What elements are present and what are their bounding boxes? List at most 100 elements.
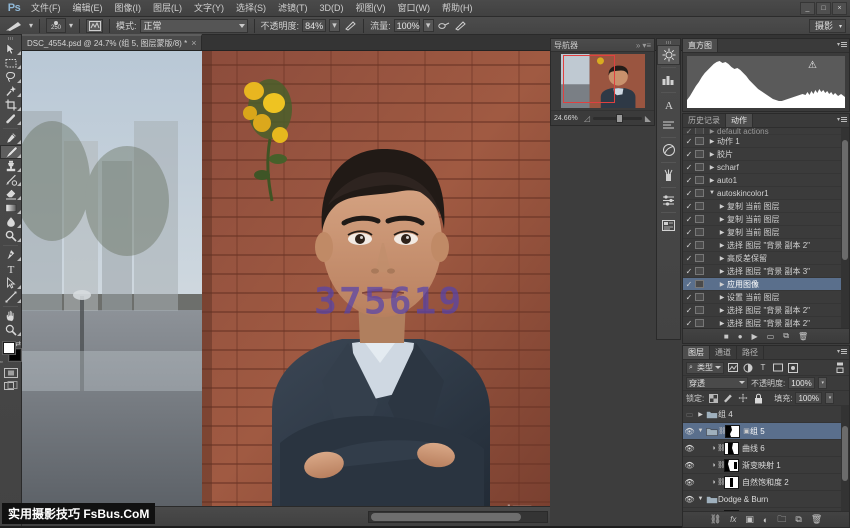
action-check-icon[interactable]: ✓ [683,228,695,237]
new-group-icon[interactable]: 🗀 [777,512,786,528]
visibility-toggle-icon[interactable]: 👁 [683,444,696,453]
filter-toggle-icon[interactable] [834,362,846,374]
layer-row[interactable]: 👁 ◑ ⛓ 曲线 2 [683,508,849,511]
action-check-icon[interactable]: ✓ [683,163,695,172]
action-check-icon[interactable]: ✓ [683,306,695,315]
action-check-icon[interactable]: ✓ [683,319,695,328]
histogram-warning-icon[interactable]: ⚠ [808,60,817,71]
navigator-view-rect[interactable] [563,55,615,103]
horizontal-scrollbar[interactable] [368,511,548,523]
zoom-in-icon[interactable]: ◣ [645,114,651,123]
action-check-icon[interactable]: ✓ [683,189,695,198]
action-check-icon[interactable]: ✓ [683,202,695,211]
chevron-right-icon[interactable]: ▶ [717,294,727,301]
action-dialog-toggle[interactable] [695,293,704,301]
layer-mask-thumbnail[interactable] [724,459,739,472]
navigator-preview[interactable] [551,52,654,110]
chevron-right-icon[interactable]: ▶ [707,138,717,145]
maximize-button[interactable]: □ [816,2,831,15]
action-check-icon[interactable]: ✓ [683,137,695,146]
menu-select[interactable]: 选择(S) [230,0,272,16]
histogram-body[interactable]: ⚠ [683,53,849,111]
layer-row[interactable]: 👁 ◑ ⛓ 曲线 6 [683,440,849,457]
marquee-tool[interactable] [0,56,22,70]
action-dialog-toggle[interactable] [695,267,704,275]
action-row[interactable]: ✓ ▶ 复制 当前 图层 [683,213,849,226]
flow-stepper[interactable]: ▾ [423,19,434,32]
menu-layer[interactable]: 图层(L) [147,0,188,16]
layer-opacity-value[interactable]: 100% [788,377,815,389]
adjustment-filter-icon[interactable] [742,362,754,374]
action-row[interactable]: ✓ ▶ auto1 [683,174,849,187]
action-row[interactable]: ✓ ▶ 复制 当前 图层 [683,200,849,213]
chevron-right-icon[interactable]: ▶ [707,128,717,135]
swap-colors-icon[interactable]: ⇄ [15,340,21,348]
menu-filter[interactable]: 滤镜(T) [272,0,314,16]
menu-3d[interactable]: 3D(D) [314,0,350,16]
action-row[interactable]: ✓ ▶ 复制 当前 图层 [683,226,849,239]
clone-stamp-tool[interactable] [0,159,22,173]
layer-mask-thumbnail[interactable] [725,425,740,438]
action-dialog-toggle[interactable] [695,241,704,249]
chevron-down-icon[interactable]: ▼ [696,428,705,434]
zoom-tool[interactable] [0,323,22,337]
airbrush-icon[interactable] [437,19,451,33]
screen-mode-toggle[interactable] [0,379,22,392]
chevron-right-icon[interactable]: ▶ [717,268,727,275]
layer-mask-thumbnail[interactable] [724,510,739,512]
action-dialog-toggle[interactable] [695,202,704,210]
visibility-toggle-icon[interactable]: ▭ [683,410,696,419]
brush-tool[interactable] [0,145,22,159]
lock-image-icon[interactable] [722,392,734,404]
color-icon[interactable] [657,140,680,160]
type-tool[interactable]: T [0,262,22,276]
tab-history[interactable]: 历史记录 [683,114,726,127]
info-icon[interactable] [657,215,680,235]
link-icon[interactable]: ⛓ [710,514,721,525]
pixel-filter-icon[interactable] [727,362,739,374]
styles-icon[interactable] [657,70,680,90]
chevron-right-icon[interactable]: ▶ [717,229,727,236]
actions-panel-menu[interactable]: ▾ [837,116,847,123]
shape-filter-icon[interactable] [772,362,784,374]
action-check-icon[interactable]: ✓ [683,280,695,289]
foreground-color-swatch[interactable] [3,342,15,354]
paragraph-icon[interactable] [657,115,680,135]
chevron-right-icon[interactable]: ▶ [717,242,727,249]
lock-transparent-icon[interactable] [707,392,719,404]
action-check-icon[interactable]: ✓ [683,215,695,224]
visibility-toggle-icon[interactable]: 👁 [683,427,696,436]
action-dialog-toggle[interactable] [695,254,704,262]
brush-presets-icon[interactable] [657,165,680,185]
shape-tool[interactable] [0,290,22,304]
color-swatches[interactable]: ⇄ ▫ [0,340,22,366]
type-filter-icon[interactable]: T [757,362,769,374]
adjustments-icon[interactable] [657,45,680,65]
menu-edit[interactable]: 编辑(E) [67,0,109,16]
chevron-right-icon[interactable]: ▶ [717,307,727,314]
path-selection-tool[interactable] [0,276,22,290]
navigator-zoom-value[interactable]: 24.66% [554,115,581,122]
action-check-icon[interactable]: ✓ [683,241,695,250]
navigator-zoom-slider[interactable] [593,117,642,120]
layer-fill-value[interactable]: 100% [795,392,822,404]
action-dialog-toggle[interactable] [695,306,704,314]
layers-panel-menu[interactable]: ▾ [837,348,847,355]
brush-preview-icon[interactable] [4,19,26,33]
link-icon[interactable]: ⛓ [718,427,725,435]
workspace-selector[interactable]: 摄影 ▾ [809,19,846,33]
quick-mask-toggle[interactable] [0,366,22,379]
action-row[interactable]: ✓ ▶ 设置 当前 图层 [683,291,849,304]
layer-filter-kind-select[interactable]: ⌕ 类型 [686,362,724,374]
airbrush-pressure-icon[interactable] [343,19,357,33]
action-dialog-toggle[interactable] [695,163,704,171]
delete-layer-icon[interactable]: 🗑 [811,514,822,525]
lock-all-icon[interactable] [752,392,764,404]
toolbox-grip[interactable] [0,35,21,42]
action-row[interactable]: ✓ ▶ 选择 图层 "背景 副本 2" [683,239,849,252]
lasso-tool[interactable] [0,70,22,84]
tab-layers[interactable]: 图层 [683,346,710,359]
close-icon[interactable]: × [191,38,196,48]
history-brush-tool[interactable] [0,173,22,187]
action-check-icon[interactable]: ✓ [683,150,695,159]
